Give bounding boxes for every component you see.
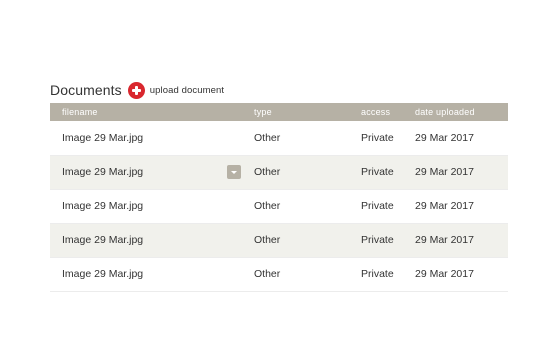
- date-cell: 29 Mar 2017: [415, 268, 474, 280]
- date-cell: 29 Mar 2017: [415, 166, 474, 178]
- filename-cell[interactable]: Image 29 Mar.jpg: [50, 121, 254, 155]
- plus-circle-icon[interactable]: [127, 81, 145, 99]
- filename-link[interactable]: Image 29 Mar.jpg: [62, 132, 143, 144]
- access-cell: Private: [361, 200, 394, 212]
- access-cell: Private: [361, 131, 394, 144]
- column-header-type[interactable]: type: [254, 103, 361, 121]
- row-menu-button[interactable]: [227, 165, 241, 179]
- documents-panel: Documents upload document filename type …: [50, 78, 508, 292]
- table-row[interactable]: Image 29 Mar.jpg Other Private 29 Mar 20…: [50, 121, 508, 155]
- access-cell: Private: [361, 268, 394, 280]
- column-header-access[interactable]: access: [361, 103, 415, 121]
- page-title: Documents: [50, 82, 122, 98]
- documents-table: filename type access date uploaded Image…: [50, 103, 508, 292]
- chevron-down-icon: [231, 170, 237, 174]
- filename-cell[interactable]: Image 29 Mar.jpg: [50, 155, 254, 189]
- date-cell: 29 Mar 2017: [415, 200, 474, 212]
- type-cell: Other: [254, 166, 281, 178]
- table-row[interactable]: Image 29 Mar.jpg Other Private 29 Mar 20…: [50, 189, 508, 223]
- column-header-filename[interactable]: filename: [50, 103, 254, 121]
- documents-header: Documents upload document: [50, 78, 508, 102]
- filename-link[interactable]: Image 29 Mar.jpg: [62, 200, 143, 212]
- column-header-date-uploaded[interactable]: date uploaded: [415, 103, 508, 121]
- date-cell: 29 Mar 2017: [415, 131, 474, 144]
- type-cell: Other: [254, 200, 281, 212]
- date-cell: 29 Mar 2017: [415, 234, 474, 246]
- filename-link[interactable]: Image 29 Mar.jpg: [62, 234, 143, 246]
- type-cell: Other: [254, 131, 281, 144]
- type-cell: Other: [254, 234, 281, 246]
- filename-cell[interactable]: Image 29 Mar.jpg: [50, 257, 254, 291]
- table-header-row: filename type access date uploaded: [50, 103, 508, 121]
- access-cell: Private: [361, 166, 394, 178]
- upload-document-label[interactable]: upload document: [150, 85, 224, 96]
- filename-cell[interactable]: Image 29 Mar.jpg: [50, 223, 254, 257]
- access-cell: Private: [361, 234, 394, 246]
- type-cell: Other: [254, 268, 281, 280]
- table-row[interactable]: Image 29 Mar.jpg Other Private 29 Mar 20…: [50, 257, 508, 291]
- upload-document-button[interactable]: upload document: [127, 81, 224, 99]
- table-row[interactable]: Image 29 Mar.jpg Other Private 29 Mar 20…: [50, 155, 508, 189]
- table-row[interactable]: Image 29 Mar.jpg Other Private 29 Mar 20…: [50, 223, 508, 257]
- filename-link[interactable]: Image 29 Mar.jpg: [62, 166, 143, 178]
- filename-link[interactable]: Image 29 Mar.jpg: [62, 268, 143, 280]
- filename-cell[interactable]: Image 29 Mar.jpg: [50, 189, 254, 223]
